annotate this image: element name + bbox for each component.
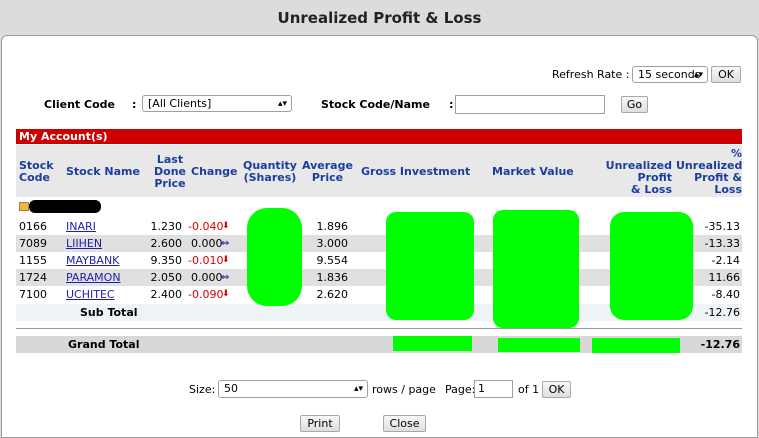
- redaction-grand-gross: [393, 336, 472, 351]
- divider: [16, 328, 742, 329]
- redaction-unrealized-pl: [610, 212, 693, 320]
- col-pct-unrealized: % Unrealized Profit & Loss: [676, 147, 743, 196]
- folder-icon: [19, 202, 29, 211]
- col-average-price: Average Price: [302, 159, 353, 184]
- avg-price-cell: 1.896: [316, 220, 349, 233]
- subtotal-pct: -12.76: [704, 306, 740, 319]
- client-code-label: Client Code: [44, 98, 115, 111]
- redaction-gross-investment: [386, 212, 474, 320]
- avg-price-cell: 3.000: [316, 237, 349, 250]
- stock-name-link[interactable]: UCHITEC: [66, 286, 115, 303]
- col-unrealized-pl: Unrealized Profit & Loss: [605, 159, 672, 196]
- arrow-down-icon: ⬇: [222, 255, 230, 265]
- pct-cell: -8.40: [711, 288, 740, 301]
- stock-code-input[interactable]: [455, 95, 605, 114]
- col-quantity: Quantity (Shares): [243, 159, 297, 184]
- grandtotal-pct: -12.76: [700, 338, 740, 351]
- page-count-label: of 1: [518, 383, 540, 396]
- refresh-rate-select[interactable]: 15 seconds ▴▾: [632, 66, 708, 83]
- stock-code-colon: :: [449, 98, 454, 111]
- redaction-grand-market: [498, 338, 580, 352]
- select-arrows-icon: ▴▾: [353, 384, 363, 394]
- account-header-bar: My Account(s): [16, 129, 742, 144]
- last-price-cell: 2.600: [150, 237, 183, 250]
- pct-cell: -35.13: [704, 220, 740, 233]
- change-cell: -0.010: [188, 254, 224, 267]
- stock-code-cell: 7089: [19, 237, 47, 250]
- page-size-value: 50: [224, 382, 238, 395]
- redacted-account-name: [29, 200, 101, 213]
- last-price-cell: 2.050: [150, 271, 183, 284]
- col-market-value: Market Value: [492, 165, 574, 178]
- go-button[interactable]: Go: [621, 96, 648, 113]
- arrow-down-icon: ⬇: [222, 221, 230, 231]
- last-price-cell: 9.350: [150, 254, 183, 267]
- redaction-quantity: [247, 208, 302, 306]
- change-cell: 0.000: [191, 271, 223, 284]
- stock-name-link[interactable]: INARI: [66, 218, 96, 235]
- col-stock-code: Stock Code: [19, 159, 54, 184]
- change-cell: -0.090: [188, 288, 224, 301]
- print-button[interactable]: Print: [300, 415, 340, 432]
- refresh-ok-button[interactable]: OK: [711, 66, 741, 83]
- client-code-select[interactable]: [All Clients] ▴▾: [142, 95, 292, 112]
- select-arrows-icon: ▴▾: [693, 70, 703, 80]
- stock-name-link[interactable]: PARAMON: [66, 269, 121, 286]
- col-last-done-price: Last Done Price: [154, 153, 186, 190]
- change-cell: 0.000: [191, 237, 223, 250]
- avg-price-cell: 1.836: [316, 271, 349, 284]
- col-stock-name: Stock Name: [66, 165, 140, 178]
- pct-cell: -2.14: [711, 254, 740, 267]
- avg-price-cell: 2.620: [316, 288, 349, 301]
- grandtotal-label: Grand Total: [68, 338, 140, 351]
- arrow-down-icon: ⬇: [222, 289, 230, 299]
- stock-name-link[interactable]: MAYBANK: [66, 252, 119, 269]
- col-change: Change: [191, 165, 238, 178]
- page-ok-button[interactable]: OK: [542, 381, 571, 398]
- change-cell: -0.040: [188, 220, 224, 233]
- page-size-select[interactable]: 50 ▴▾: [218, 380, 368, 398]
- stock-name-link[interactable]: LIIHEN: [66, 235, 102, 252]
- arrow-left-right-icon: ⇔: [221, 238, 230, 249]
- refresh-rate-label: Refresh Rate :: [552, 68, 630, 81]
- page-label: Page:: [445, 383, 476, 396]
- col-gross-investment: Gross Investment: [361, 165, 471, 178]
- close-button[interactable]: Close: [383, 415, 426, 432]
- refresh-rate-value: 15 seconds: [638, 68, 701, 81]
- subtotal-label: Sub Total: [80, 306, 138, 319]
- redaction-market-value: [493, 210, 579, 328]
- stock-code-label: Stock Code/Name: [321, 98, 430, 111]
- redaction-grand-upl: [592, 338, 680, 353]
- page-number-input[interactable]: 1: [474, 380, 513, 398]
- pct-cell: -13.33: [704, 237, 740, 250]
- pct-cell: 11.66: [708, 271, 741, 284]
- stock-code-cell: 0166: [19, 220, 47, 233]
- client-code-colon: :: [132, 98, 137, 111]
- size-label: Size:: [189, 383, 216, 396]
- rows-per-page-label: rows / page: [372, 383, 436, 396]
- arrow-left-right-icon: ⇔: [221, 272, 230, 283]
- last-price-cell: 2.400: [150, 288, 183, 301]
- select-arrows-icon: ▴▾: [277, 99, 287, 109]
- last-price-cell: 1.230: [150, 220, 183, 233]
- window-title: Unrealized Profit & Loss: [277, 9, 482, 27]
- client-code-value: [All Clients]: [148, 97, 212, 110]
- avg-price-cell: 9.554: [316, 254, 349, 267]
- stock-code-cell: 1724: [19, 271, 47, 284]
- stock-code-cell: 1155: [19, 254, 47, 267]
- stock-code-cell: 7100: [19, 288, 47, 301]
